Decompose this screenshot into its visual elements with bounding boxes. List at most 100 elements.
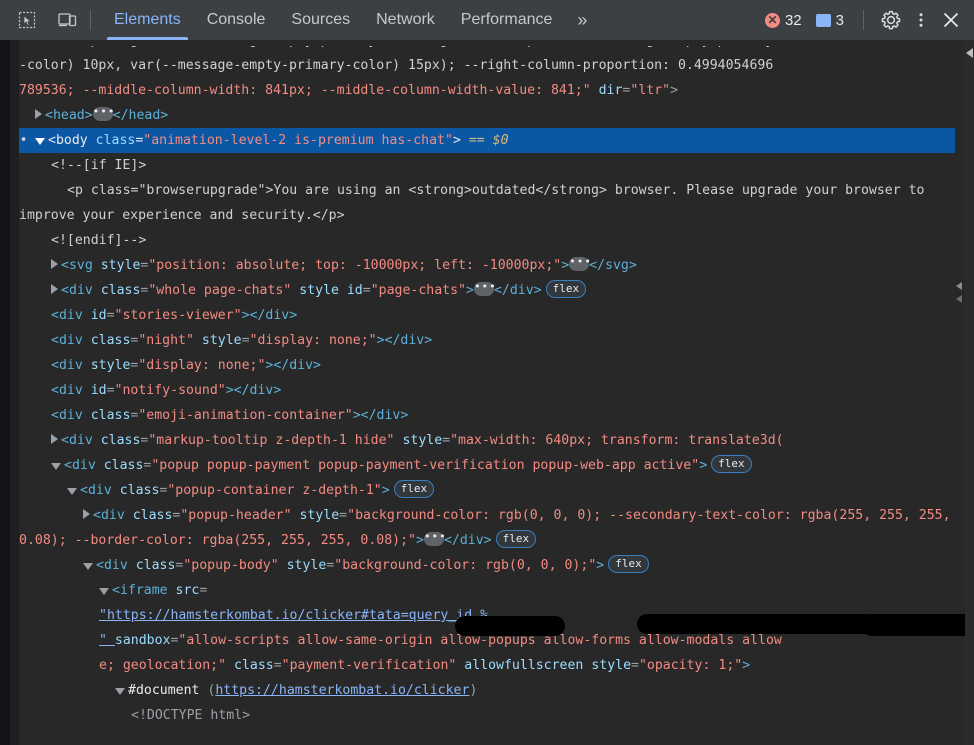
dom-node-row[interactable]: <div id="stories-viewer"></div> [19, 303, 965, 328]
code-token: = [362, 283, 371, 298]
chevron-down-icon[interactable] [99, 587, 109, 595]
chevron-right-icon[interactable] [51, 284, 58, 294]
code-token: class [119, 483, 160, 498]
dom-node-row[interactable]: <!--[if IE]> [19, 153, 965, 178]
dom-node-row[interactable]: <div class="popup-body" style="backgroun… [19, 553, 965, 578]
dom-node-row[interactable]: <div class="popup-container z-depth-1"> f… [19, 478, 965, 503]
code-token: <p class="browserupgrade">You are using … [19, 183, 933, 223]
flex-badge[interactable]: flex [393, 480, 435, 498]
dom-node-row[interactable]: <div class="popup-header" style="backgro… [19, 503, 965, 553]
dom-node-row[interactable]: <div style="display: none;"></div> [19, 353, 965, 378]
tab-performance[interactable]: Performance [448, 0, 566, 40]
flex-badge[interactable]: flex [545, 280, 587, 298]
collapsed-children-ellipsis[interactable] [569, 257, 590, 271]
code-token: <div [96, 558, 136, 573]
dom-node-row[interactable]: <div class = "markup-tooltip z-depth-1 hid… [19, 428, 965, 453]
dom-node-row[interactable]: <head> </head> [19, 103, 965, 128]
redaction-bar [455, 616, 565, 636]
code-token: e; geolocation;" [99, 658, 227, 673]
code-token: "whole page-chats" [148, 283, 292, 298]
tab-console[interactable]: Console [194, 0, 279, 40]
device-toolbar-icon[interactable] [54, 7, 80, 33]
kebab-menu-icon[interactable] [908, 7, 934, 33]
redaction-bar [637, 614, 877, 634]
inspect-element-icon[interactable] [14, 7, 40, 33]
code-token: "display: none;" [138, 358, 266, 373]
dom-node-row[interactable]: -color) 10px, var(--message-empty-primar… [19, 53, 965, 78]
code-token: class [135, 558, 176, 573]
code-token: </head> [112, 108, 169, 123]
code-token: "animation-level-2 is-premium has-chat" [143, 133, 453, 148]
row-overflow-handle[interactable] [956, 282, 962, 290]
code-token: "opacity: 1;" [638, 658, 743, 673]
row-overflow-handle[interactable] [956, 295, 962, 303]
code-token: > [452, 133, 461, 148]
error-count-badge[interactable]: ✕ 32 [760, 12, 807, 29]
chevron-right-icon[interactable] [51, 434, 58, 444]
dom-node-row[interactable]: <div class="night" style="display: none;… [19, 328, 965, 353]
tab-sources[interactable]: Sources [278, 0, 363, 40]
tab-elements[interactable]: Elements [101, 0, 194, 40]
dom-node-row[interactable]: #document (https://hamsterkombat.io/clic… [19, 678, 965, 703]
dom-node-row[interactable]: <!DOCTYPE html> [19, 703, 965, 728]
chevron-down-icon[interactable] [35, 137, 45, 145]
more-tabs-button[interactable]: » [565, 0, 599, 40]
code-token: <svg [61, 258, 101, 273]
dom-node-row[interactable]: <div class="emoji-animation-container"><… [19, 403, 965, 428]
flex-badge[interactable]: flex [711, 455, 752, 473]
code-token: "display: none;" [249, 333, 377, 348]
collapsed-children-ellipsis[interactable] [423, 532, 444, 546]
code-token: id [90, 383, 107, 398]
code-token: style [100, 258, 141, 273]
selected-row-marker: ••• [19, 133, 29, 148]
code-token: "markup-tooltip z-depth-1 hide" [148, 433, 395, 448]
code-token: "max-width: 640px; transform: translate3… [450, 433, 784, 448]
code-token: class [90, 408, 131, 423]
toolbar-left-icons [0, 7, 80, 33]
code-token: "stories-viewer" [114, 308, 242, 323]
code-token: ></div> [265, 358, 321, 373]
code-token: == $0 [460, 133, 509, 148]
code-token: -color) 10px, var(--message-empty-primar… [19, 58, 774, 73]
code-token: <div [93, 508, 133, 523]
message-count-badge[interactable]: 3 [811, 12, 849, 29]
code-token: <div [51, 383, 91, 398]
code-token: </div> [443, 533, 492, 548]
chevron-down-icon[interactable] [115, 687, 125, 695]
dom-node-row[interactable]: <div class="whole page-chats" style id="… [19, 278, 965, 303]
code-token: <head> [45, 108, 93, 123]
dom-node-row[interactable]: e; geolocation;" class="payment-verifica… [19, 653, 965, 678]
code-token: <div [51, 308, 91, 323]
code-token: 789536; --middle-column-width: 841px; --… [19, 83, 599, 98]
left-gutter-strip [10, 40, 19, 745]
dom-node-row[interactable]: <svg style="position: absolute; top: -10… [19, 253, 965, 278]
gear-icon[interactable] [878, 7, 904, 33]
code-token: > [670, 83, 679, 98]
chevron-right-icon[interactable] [35, 109, 42, 119]
dom-node-row[interactable]: 789536; --middle-column-width: 841px; --… [19, 78, 965, 103]
dom-node-row[interactable]: <div id="notify-sound"></div> [19, 378, 965, 403]
tab-network[interactable]: Network [363, 0, 448, 40]
chevron-right-icon[interactable] [51, 259, 58, 269]
code-token: > [742, 658, 751, 673]
dom-node-row-selected[interactable]: •••<body class="animation-level-2 is-pre… [19, 128, 955, 153]
code-token: style [402, 433, 443, 448]
vertical-scrollbar[interactable] [965, 40, 974, 745]
dom-node-row[interactable]: <![endif]--> [19, 228, 965, 253]
dom-node-row[interactable]: <iframe src= [19, 578, 965, 603]
chevron-down-icon[interactable] [83, 562, 93, 570]
chevron-right-icon[interactable] [83, 509, 90, 519]
dom-node-row[interactable]: <div class="popup popup-payment popup-pa… [19, 453, 965, 478]
chevron-down-icon[interactable] [51, 462, 61, 470]
collapsed-children-ellipsis[interactable] [92, 107, 113, 121]
code-token: ></div> [376, 333, 433, 348]
collapsed-children-ellipsis[interactable] [473, 282, 494, 296]
chevron-down-icon[interactable] [67, 487, 77, 495]
dom-node-row[interactable]: <p class="browserupgrade">You are using … [19, 178, 965, 228]
flex-badge[interactable]: flex [608, 555, 649, 573]
flex-badge[interactable]: flex [495, 530, 537, 548]
close-icon[interactable] [938, 7, 964, 33]
code-token: "popup popup-payment popup-payment-verif… [151, 458, 700, 473]
